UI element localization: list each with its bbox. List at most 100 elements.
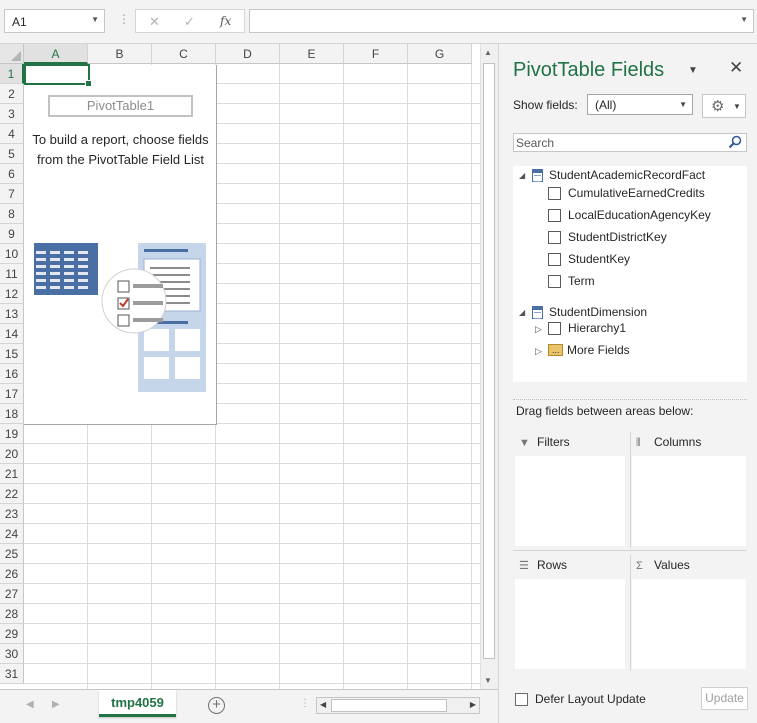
row-header-9[interactable]: 9 — [0, 224, 24, 244]
field-item[interactable]: LocalEducationAgencyKey — [513, 206, 747, 226]
more-fields-item[interactable]: ▷ More Fields — [513, 341, 747, 361]
row-header-24[interactable]: 24 — [0, 524, 24, 544]
row-header-25[interactable]: 25 — [0, 544, 24, 564]
row-header-2[interactable]: 2 — [0, 84, 24, 104]
field-item[interactable]: CumulativeEarnedCredits — [513, 184, 747, 204]
row-header-22[interactable]: 22 — [0, 484, 24, 504]
row-header-16[interactable]: 16 — [0, 364, 24, 384]
defer-layout-update-checkbox[interactable] — [515, 693, 528, 706]
field-checkbox[interactable] — [548, 275, 561, 288]
row-header-5[interactable]: 5 — [0, 144, 24, 164]
pane-options-chevron-icon[interactable]: ▼ — [688, 65, 698, 76]
formula-input[interactable]: ▼ — [249, 9, 754, 33]
scroll-left-icon[interactable]: ◀ — [320, 700, 326, 709]
column-header-d[interactable]: D — [216, 44, 280, 64]
hierarchy-item[interactable]: ▷ Hierarchy1 — [513, 319, 747, 339]
sheet-tab-tmp4059[interactable]: tmp4059 — [99, 690, 176, 717]
filters-drop-zone[interactable] — [515, 456, 625, 546]
row-header-29[interactable]: 29 — [0, 624, 24, 644]
row-header-21[interactable]: 21 — [0, 464, 24, 484]
row-header-1[interactable]: 1 — [0, 64, 24, 84]
row-header-7[interactable]: 7 — [0, 184, 24, 204]
row-header-18[interactable]: 18 — [0, 404, 24, 424]
insert-function-icon[interactable]: fx — [220, 14, 231, 28]
scroll-right-icon[interactable]: ▶ — [470, 700, 476, 709]
row-header-17[interactable]: 17 — [0, 384, 24, 404]
row-header-13[interactable]: 13 — [0, 304, 24, 324]
expand-formula-bar-icon[interactable]: ▼ — [740, 15, 748, 24]
name-box[interactable]: A1 ▼ — [4, 9, 105, 33]
field-checkbox[interactable] — [548, 209, 561, 222]
column-header-e[interactable]: E — [280, 44, 344, 64]
pivot-table-placeholder[interactable]: PivotTable1 To build a report, choose fi… — [24, 65, 217, 425]
table-node-student-academic-record-fact[interactable]: ◢ StudentAcademicRecordFact — [513, 166, 747, 186]
add-sheet-icon[interactable]: + — [208, 697, 225, 714]
field-checkbox[interactable] — [548, 322, 561, 335]
sheet-tab-bar: ◀ ▶ tmp4059 + ⋮ ◀ ▶ — [0, 689, 498, 723]
cancel-icon[interactable]: ✕ — [149, 14, 160, 30]
row-header-6[interactable]: 6 — [0, 164, 24, 184]
row-header-31[interactable]: 31 — [0, 664, 24, 684]
row-header-3[interactable]: 3 — [0, 104, 24, 124]
row-header-4[interactable]: 4 — [0, 124, 24, 144]
search-icon[interactable] — [728, 135, 742, 149]
row-header-10[interactable]: 10 — [0, 244, 24, 264]
update-button[interactable]: Update — [701, 687, 748, 710]
enter-icon[interactable]: ✓ — [184, 14, 195, 30]
columns-drop-zone[interactable] — [632, 456, 746, 546]
show-fields-dropdown[interactable]: (All) ▼ — [587, 94, 693, 115]
row-header-20[interactable]: 20 — [0, 444, 24, 464]
row-header-30[interactable]: 30 — [0, 644, 24, 664]
chevron-down-icon[interactable]: ▼ — [91, 15, 99, 24]
next-sheet-icon[interactable]: ▶ — [52, 699, 60, 710]
row-header-28[interactable]: 28 — [0, 604, 24, 624]
scroll-up-icon[interactable]: ▲ — [484, 48, 492, 57]
row-header-12[interactable]: 12 — [0, 284, 24, 304]
row-header-23[interactable]: 23 — [0, 504, 24, 524]
values-area[interactable]: Σ Values — [632, 555, 748, 671]
column-header-a[interactable]: A — [24, 44, 88, 64]
column-header-b[interactable]: B — [88, 44, 152, 64]
select-all-button[interactable] — [0, 44, 24, 64]
horizontal-scrollbar[interactable]: ◀ ▶ — [316, 697, 480, 714]
search-input[interactable]: Search — [513, 133, 747, 152]
column-header-c[interactable]: C — [152, 44, 216, 64]
pane-divider[interactable] — [513, 399, 747, 400]
expand-icon[interactable]: ▷ — [535, 320, 542, 338]
field-label: StudentDistrictKey — [568, 230, 667, 244]
row-header-26[interactable]: 26 — [0, 564, 24, 584]
previous-sheet-icon[interactable]: ◀ — [26, 699, 34, 710]
field-checkbox[interactable] — [548, 187, 561, 200]
values-drop-zone[interactable] — [632, 579, 746, 669]
tab-split-grip[interactable]: ⋮ — [300, 698, 310, 709]
field-item[interactable]: StudentDistrictKey — [513, 228, 747, 248]
filters-area[interactable]: ▼ Filters — [515, 432, 627, 548]
field-item[interactable]: StudentKey — [513, 250, 747, 270]
formula-bar: A1 ▼ ⋮ ✕ ✓ fx ▼ — [0, 0, 757, 44]
row-header-11[interactable]: 11 — [0, 264, 24, 284]
column-header-g[interactable]: G — [408, 44, 472, 64]
active-cell-a1[interactable] — [24, 64, 92, 87]
rows-drop-zone[interactable] — [515, 579, 625, 669]
row-header-19[interactable]: 19 — [0, 424, 24, 444]
expand-icon[interactable]: ▷ — [535, 342, 542, 360]
close-icon[interactable]: ✕ — [729, 58, 743, 78]
pivot-table-name: PivotTable1 — [48, 95, 193, 117]
columns-area[interactable]: ⫴ Columns — [632, 432, 748, 548]
row-header-8[interactable]: 8 — [0, 204, 24, 224]
collapse-icon[interactable]: ◢ — [519, 167, 525, 185]
column-header-f[interactable]: F — [344, 44, 408, 64]
vertical-scrollbar[interactable]: ▲ ▼ — [480, 44, 498, 689]
scroll-down-icon[interactable]: ▼ — [484, 676, 492, 685]
horizontal-scroll-thumb[interactable] — [331, 699, 447, 712]
rows-area[interactable]: ☰ Rows — [515, 555, 627, 671]
worksheet-grid[interactable]: ABCDEFG 1 2 3 4 5 6 7 8 9 10 11 12 13 14 15 16 17 18 19 20 2… — [0, 44, 480, 689]
vertical-scroll-thumb[interactable] — [483, 63, 495, 659]
row-header-15[interactable]: 15 — [0, 344, 24, 364]
tools-button[interactable]: ⚙ ▼ — [702, 94, 746, 118]
field-checkbox[interactable] — [548, 253, 561, 266]
field-checkbox[interactable] — [548, 231, 561, 244]
row-header-27[interactable]: 27 — [0, 584, 24, 604]
field-item[interactable]: Term — [513, 272, 747, 292]
row-header-14[interactable]: 14 — [0, 324, 24, 344]
